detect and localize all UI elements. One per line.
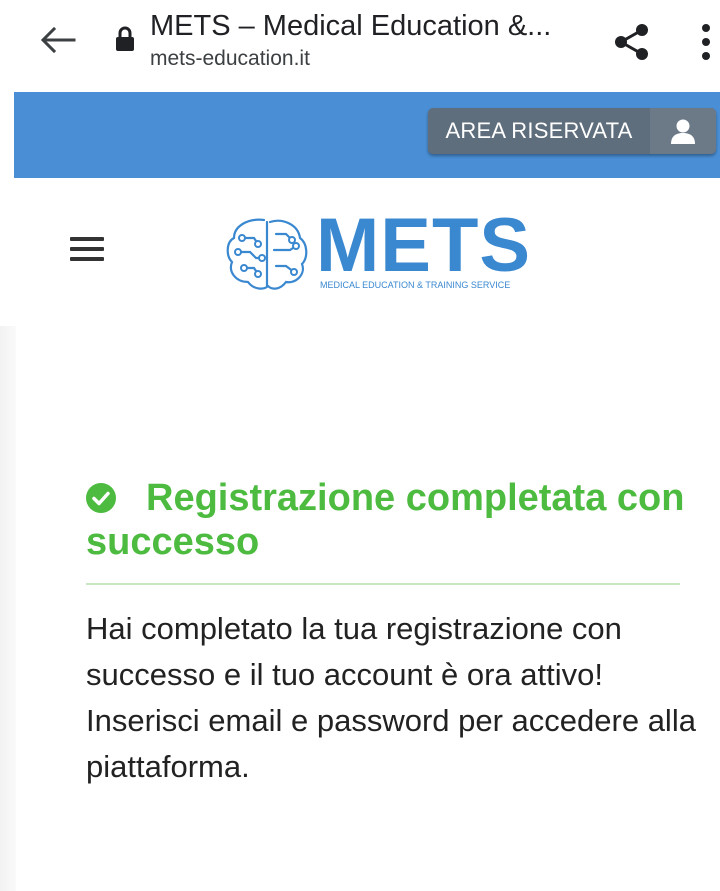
success-message: Hai completato la tua registrazione con … — [86, 611, 696, 784]
url-text[interactable]: mets-education.it — [150, 46, 310, 72]
hamburger-icon[interactable] — [70, 237, 104, 263]
check-circle-icon — [86, 483, 116, 513]
arrow-left-icon[interactable] — [38, 24, 78, 56]
success-title: Registrazione completata con successo — [86, 477, 685, 563]
logo[interactable]: METS MEDICAL EDUCATION & TRAINING SERVIC… — [224, 206, 530, 296]
more-vert-icon[interactable] — [696, 20, 716, 64]
content-card-edge — [0, 326, 16, 891]
user-icon-box — [650, 108, 716, 154]
success-heading: Registrazione completata con successo — [86, 476, 696, 564]
user-icon — [671, 119, 695, 144]
area-riservata-label: AREA RISERVATA — [445, 118, 633, 143]
divider — [86, 583, 680, 585]
lock-icon[interactable] — [115, 26, 135, 52]
area-riservata-button[interactable]: AREA RISERVATA — [428, 108, 716, 154]
tab-title[interactable]: METS – Medical Education &... — [150, 8, 590, 44]
brain-circuit-icon — [226, 218, 308, 290]
share-icon[interactable] — [612, 22, 652, 62]
logo-brand: METS — [316, 203, 532, 288]
logo-tagline: MEDICAL EDUCATION & TRAINING SERVICE — [320, 280, 511, 290]
browser-toolbar: METS – Medical Education &... mets-educa… — [0, 0, 720, 92]
